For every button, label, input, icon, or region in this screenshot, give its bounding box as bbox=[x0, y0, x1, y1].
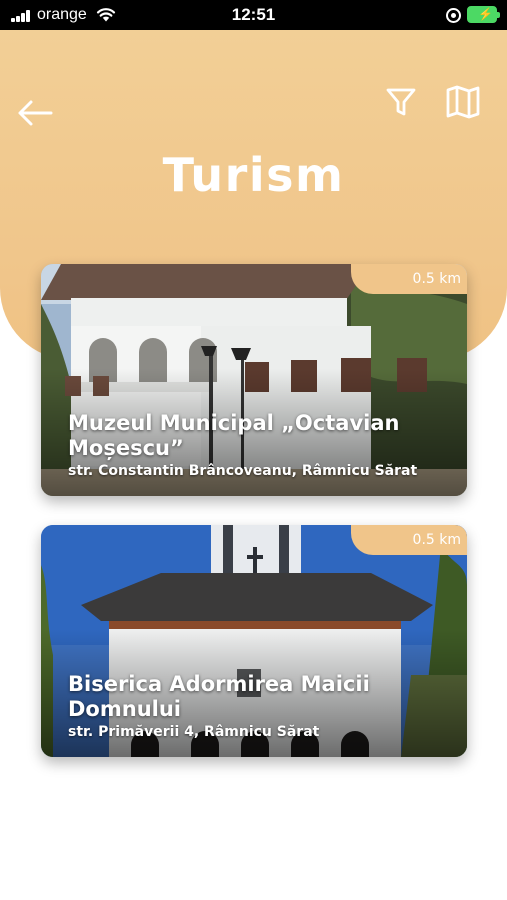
battery-charging-icon: ⚡ bbox=[467, 6, 500, 23]
map-icon[interactable] bbox=[445, 85, 481, 119]
place-name: Muzeul Municipal „Octavian Moșescu” bbox=[68, 411, 400, 460]
image-overlay bbox=[41, 264, 467, 496]
orientation-lock-icon bbox=[446, 8, 461, 23]
page-title: Turism bbox=[162, 148, 345, 202]
place-address: str. Primăverii 4, Râmnicu Sărat bbox=[68, 724, 320, 740]
filter-icon[interactable] bbox=[385, 85, 417, 119]
place-card[interactable]: 0.5 km Muzeul Municipal „Octavian Moșesc… bbox=[41, 264, 467, 496]
status-time: 12:51 bbox=[231, 5, 276, 24]
image-overlay bbox=[41, 525, 467, 757]
back-arrow-icon[interactable] bbox=[15, 97, 55, 129]
place-address: str. Constantin Brâncoveanu, Râmnicu Săr… bbox=[68, 463, 418, 479]
distance-badge: 0.5 km bbox=[351, 525, 467, 555]
status-bar: orange 12:51 ⚡ bbox=[0, 0, 507, 30]
place-name: Biserica Adormirea Maicii Domnului bbox=[68, 672, 370, 721]
distance-badge: 0.5 km bbox=[351, 264, 467, 294]
place-card[interactable]: 0.5 km Biserica Adormirea Maicii Domnulu… bbox=[41, 525, 467, 757]
